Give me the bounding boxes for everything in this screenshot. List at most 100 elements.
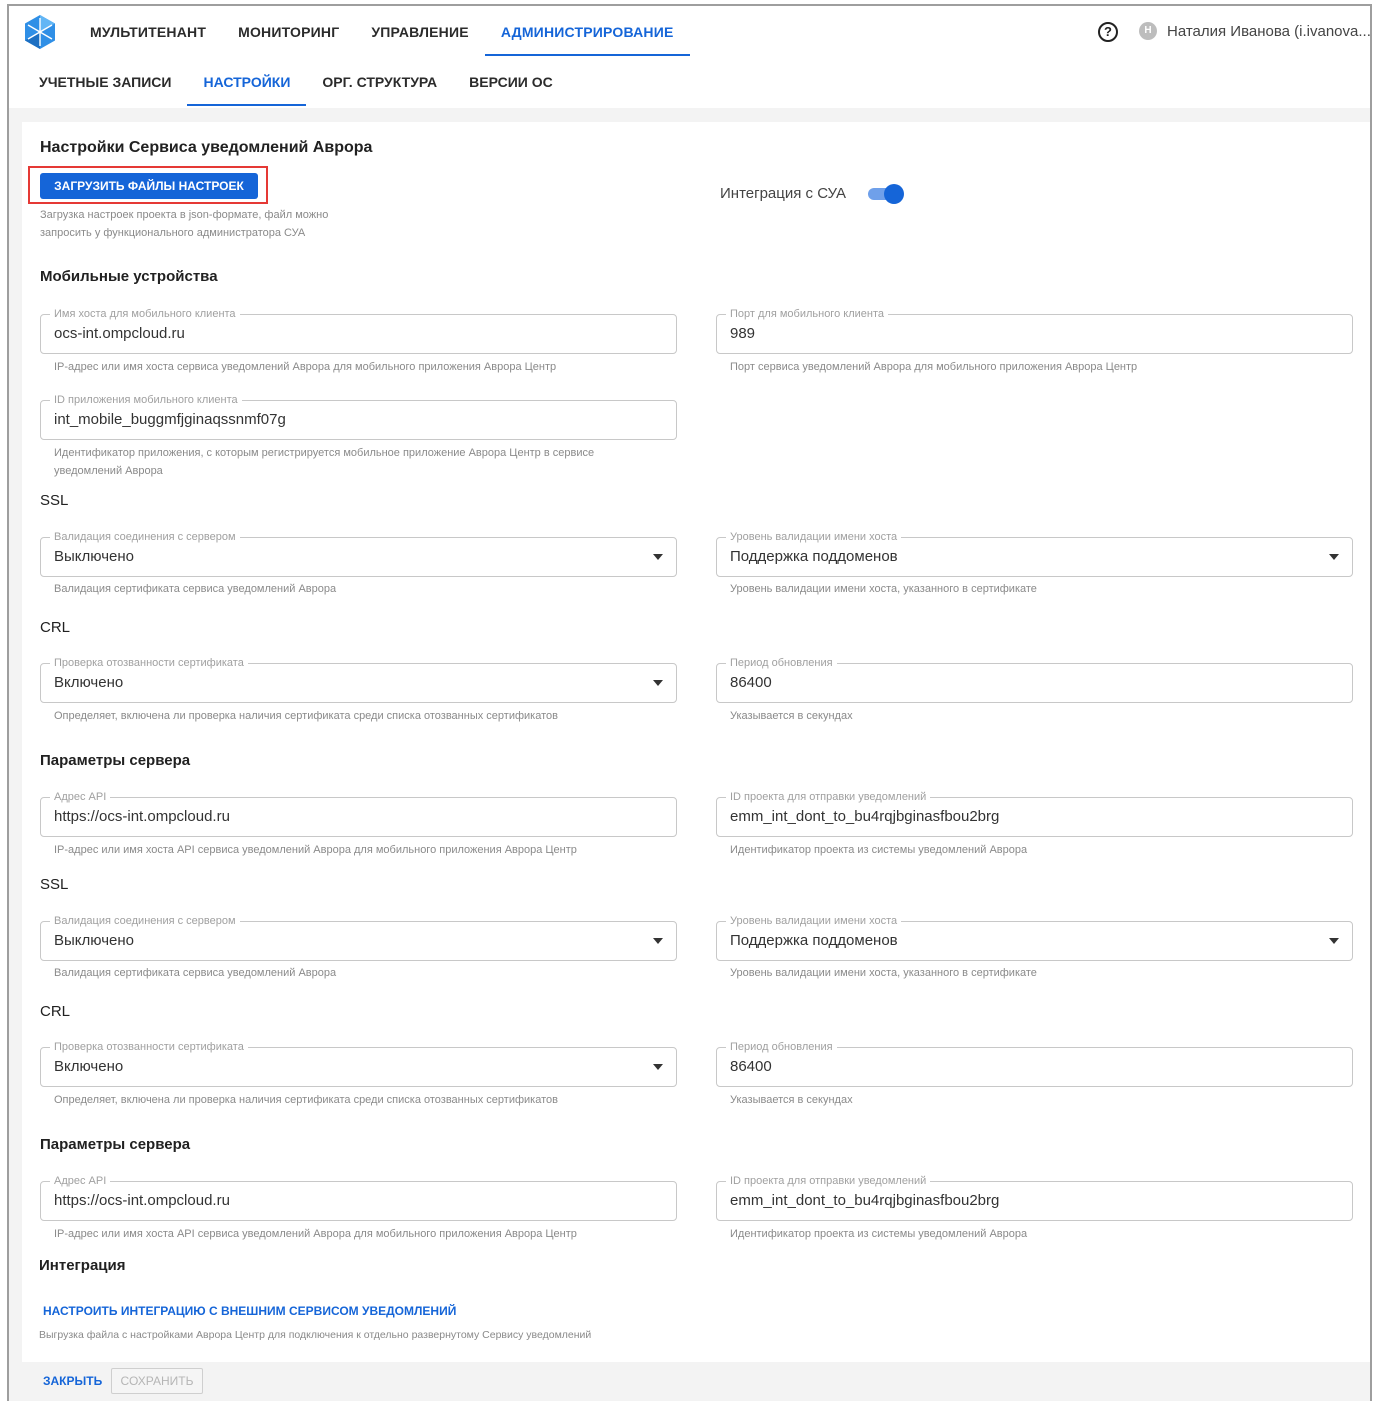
tab-settings[interactable]: НАСТРОЙКИ: [187, 58, 307, 106]
field-value: Выключено: [54, 932, 134, 949]
server-api-hint: IP-адрес или имя хоста API сервиса уведо…: [54, 844, 577, 856]
field-value: Включено: [54, 1058, 124, 1075]
footer-bar: ЗАКРЫТЬ СОХРАНИТЬ: [9, 1362, 1370, 1401]
mobile-port-hint: Порт сервиса уведомлений Аврора для моби…: [730, 361, 1138, 373]
field-label: ID приложения мобильного клиента: [50, 393, 242, 407]
user-name: Наталия Иванова (i.ivanova...: [1167, 22, 1371, 40]
field-label: Адрес API: [50, 1174, 111, 1188]
tab-os-versions[interactable]: ВЕРСИИ ОС: [453, 58, 569, 106]
mobile-ssl-validation-select[interactable]: Валидация соединения с сервером Выключен…: [40, 530, 677, 577]
field-value: Поддержка поддоменов: [730, 932, 898, 949]
server-crl-period-field[interactable]: Период обновления 86400: [716, 1040, 1353, 1087]
server-project-id-field[interactable]: ID проекта для отправки уведомлений emm_…: [716, 790, 1353, 837]
field-label: Адрес API: [50, 790, 111, 804]
integration-toggle-knob[interactable]: [884, 184, 904, 204]
dropdown-arrow-icon[interactable]: [653, 680, 663, 686]
field-label: Период обновления: [726, 1040, 837, 1054]
section-integration-title: Интеграция: [39, 1257, 126, 1274]
upload-settings-button[interactable]: ЗАГРУЗИТЬ ФАЙЛЫ НАСТРОЕК: [40, 173, 258, 199]
mobile-crl-period-hint: Указывается в секундах: [730, 710, 853, 722]
page-title: Настройки Сервиса уведомлений Аврора: [40, 139, 373, 156]
save-button[interactable]: СОХРАНИТЬ: [111, 1368, 203, 1394]
field-value: emm_int_dont_to_bu4rqjbginasfbou2brg: [730, 808, 1000, 825]
dropdown-arrow-icon[interactable]: [653, 938, 663, 944]
field-label: Проверка отозванности сертификата: [50, 656, 248, 670]
server-ssl-title: SSL: [40, 876, 69, 893]
field-label: Уровень валидации имени хоста: [726, 914, 902, 928]
section-server-title-2: Параметры сервера: [40, 1136, 191, 1153]
nav-monitoring[interactable]: МОНИТОРИНГ: [222, 6, 355, 58]
field-label: Порт для мобильного клиента: [726, 307, 888, 321]
server-project-id-hint: Идентификатор проекта из системы уведомл…: [730, 844, 1028, 856]
server-project-id-hint-2: Идентификатор проекта из системы уведомл…: [730, 1228, 1028, 1240]
integration-toggle-label: Интеграция с СУА: [720, 185, 847, 202]
integration-hint: Выгрузка файла с настройками Аврора Цент…: [39, 1329, 592, 1341]
field-label: Валидация соединения с сервером: [50, 914, 240, 928]
mobile-ssl-validation-hint: Валидация сертификата сервиса уведомлени…: [54, 583, 337, 595]
avatar: Н: [1139, 22, 1157, 40]
field-value: ocs-int.ompcloud.ru: [54, 325, 185, 342]
configure-integration-link[interactable]: НАСТРОИТЬ ИНТЕГРАЦИЮ С ВНЕШНИМ СЕРВИСОМ …: [43, 1304, 456, 1318]
server-api-field-2[interactable]: Адрес API https://ocs-int.ompcloud.ru: [40, 1174, 677, 1221]
close-button[interactable]: ЗАКРЫТЬ: [43, 1374, 102, 1388]
dropdown-arrow-icon[interactable]: [653, 1064, 663, 1070]
field-value: 86400: [730, 1058, 772, 1075]
tab-accounts[interactable]: УЧЕТНЫЕ ЗАПИСИ: [23, 58, 187, 106]
field-value: Поддержка поддоменов: [730, 548, 898, 565]
field-label: Имя хоста для мобильного клиента: [50, 307, 240, 321]
upload-hint-line-1: Загрузка настроек проекта в json-формате…: [40, 209, 329, 221]
field-label: Валидация соединения с сервером: [50, 530, 240, 544]
mobile-app-id-hint-1: Идентификатор приложения, с которым реги…: [54, 447, 595, 459]
aurora-logo-icon[interactable]: [22, 14, 58, 50]
server-crl-check-select[interactable]: Проверка отозванности сертификата Включе…: [40, 1040, 677, 1087]
app-window: МУЛЬТИТЕНАНТ МОНИТОРИНГ УПРАВЛЕНИЕ АДМИН…: [7, 4, 1372, 1401]
field-label: ID проекта для отправки уведомлений: [726, 790, 931, 804]
mobile-crl-title: CRL: [40, 619, 71, 636]
user-menu[interactable]: Н Наталия Иванова (i.ivanova...: [1139, 22, 1371, 40]
server-crl-title: CRL: [40, 1003, 71, 1020]
section-mobile-title: Мобильные устройства: [40, 268, 218, 285]
nav-administration[interactable]: АДМИНИСТРИРОВАНИЕ: [484, 6, 690, 58]
dropdown-arrow-icon[interactable]: [1329, 554, 1339, 560]
mobile-ssl-host-level-select[interactable]: Уровень валидации имени хоста Поддержка …: [716, 530, 1353, 577]
mobile-ssl-title: SSL: [40, 492, 69, 509]
top-bar: МУЛЬТИТЕНАНТ МОНИТОРИНГ УПРАВЛЕНИЕ АДМИН…: [9, 6, 1371, 58]
server-api-hint-2: IP-адрес или имя хоста API сервиса уведо…: [54, 1228, 577, 1240]
field-label: Уровень валидации имени хоста: [726, 530, 902, 544]
nav-multitenant[interactable]: МУЛЬТИТЕНАНТ: [74, 6, 222, 58]
field-value: 989: [730, 325, 756, 342]
mobile-host-hint: IP-адрес или имя хоста сервиса уведомлен…: [54, 361, 557, 373]
field-value: https://ocs-int.ompcloud.ru: [54, 1192, 230, 1209]
server-ssl-validation-hint: Валидация сертификата сервиса уведомлени…: [54, 967, 337, 979]
field-value: 86400: [730, 674, 772, 691]
tab-org-structure[interactable]: ОРГ. СТРУКТУРА: [306, 58, 453, 106]
server-ssl-validation-select[interactable]: Валидация соединения с сервером Выключен…: [40, 914, 677, 961]
server-api-field[interactable]: Адрес API https://ocs-int.ompcloud.ru: [40, 790, 677, 837]
mobile-crl-check-hint: Определяет, включена ли проверка наличия…: [54, 710, 558, 722]
mobile-app-id-field[interactable]: ID приложения мобильного клиента int_mob…: [40, 393, 677, 440]
mobile-port-field[interactable]: Порт для мобильного клиента 989: [716, 307, 1353, 354]
mobile-crl-check-select[interactable]: Проверка отозванности сертификата Включе…: [40, 656, 677, 703]
server-ssl-host-level-hint: Уровень валидации имени хоста, указанног…: [730, 967, 1037, 979]
mobile-host-field[interactable]: Имя хоста для мобильного клиента ocs-int…: [40, 307, 677, 354]
field-value: emm_int_dont_to_bu4rqjbginasfbou2brg: [730, 1192, 1000, 1209]
dropdown-arrow-icon[interactable]: [1329, 938, 1339, 944]
field-value: int_mobile_buggmfjginaqssnmf07g: [54, 411, 286, 428]
server-project-id-field-2[interactable]: ID проекта для отправки уведомлений emm_…: [716, 1174, 1353, 1221]
dropdown-arrow-icon[interactable]: [653, 554, 663, 560]
field-label: Проверка отозванности сертификата: [50, 1040, 248, 1054]
section-server-title: Параметры сервера: [40, 752, 191, 769]
field-label: ID проекта для отправки уведомлений: [726, 1174, 931, 1188]
field-label: Период обновления: [726, 656, 837, 670]
mobile-app-id-hint-2: уведомлений Аврора: [54, 465, 163, 477]
settings-card: Настройки Сервиса уведомлений Аврора ЗАГ…: [22, 122, 1370, 1362]
main-nav: МУЛЬТИТЕНАНТ МОНИТОРИНГ УПРАВЛЕНИЕ АДМИН…: [74, 6, 690, 58]
server-crl-check-hint: Определяет, включена ли проверка наличия…: [54, 1094, 558, 1106]
mobile-crl-period-field[interactable]: Период обновления 86400: [716, 656, 1353, 703]
help-icon[interactable]: ?: [1098, 22, 1118, 42]
field-value: Включено: [54, 674, 124, 691]
nav-management[interactable]: УПРАВЛЕНИЕ: [355, 6, 484, 58]
field-value: https://ocs-int.ompcloud.ru: [54, 808, 230, 825]
server-ssl-host-level-select[interactable]: Уровень валидации имени хоста Поддержка …: [716, 914, 1353, 961]
sub-tabs: УЧЕТНЫЕ ЗАПИСИ НАСТРОЙКИ ОРГ. СТРУКТУРА …: [23, 58, 569, 108]
